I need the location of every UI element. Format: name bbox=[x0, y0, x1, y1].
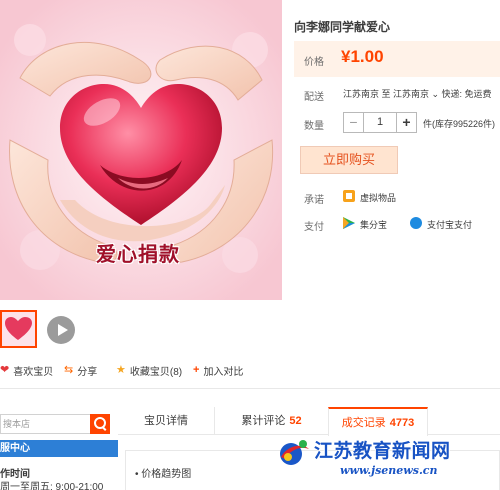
play-video-icon[interactable] bbox=[47, 316, 75, 344]
tab-label: 宝贝详情 bbox=[144, 415, 188, 427]
star-icon: ★ bbox=[116, 364, 126, 376]
watermark-site-name: 江苏教育新闻网 bbox=[314, 440, 451, 462]
favorite-button[interactable]: ★ 收藏宝贝(8) bbox=[116, 363, 183, 379]
payment-label: 支付 bbox=[304, 222, 324, 233]
review-count: 52 bbox=[289, 415, 302, 427]
buy-now-button[interactable]: 立即购买 bbox=[300, 146, 398, 174]
tab-label: 成交记录 bbox=[341, 417, 386, 429]
price-value: ¥1.00 bbox=[341, 47, 384, 66]
service-center-header: 服中心 bbox=[0, 440, 118, 457]
compare-label: 加入对比 bbox=[203, 367, 244, 378]
like-label: 喜欢宝贝 bbox=[13, 367, 54, 378]
search-icon[interactable] bbox=[90, 414, 110, 434]
quantity-input[interactable]: 1 bbox=[364, 113, 396, 132]
quantity-minus-button[interactable]: − bbox=[344, 113, 364, 132]
price-trend-label: • 价格趋势图 bbox=[135, 469, 192, 480]
thumbnail-image-1[interactable] bbox=[0, 310, 37, 348]
share-icon: ⇆ bbox=[64, 364, 74, 376]
jifenbao-icon bbox=[343, 217, 355, 229]
image-caption: 爱心捐款 bbox=[96, 242, 180, 266]
watermark-logo bbox=[280, 440, 309, 465]
stock-count: 件(库存995226件) bbox=[423, 119, 496, 129]
tab-item-details[interactable]: 宝贝详情 bbox=[118, 407, 214, 435]
price-box: 价格 ¥1.00 bbox=[294, 41, 500, 77]
watermark-url: www.jsenews.cn bbox=[340, 464, 438, 477]
tab-transactions[interactable]: 成交记录 4773 bbox=[328, 407, 428, 436]
work-hours: 周一至周五: 9:00-21:00 bbox=[0, 482, 104, 490]
share-label: 分享 bbox=[77, 367, 98, 378]
payment-option-alipay: 支付宝支付 bbox=[427, 220, 473, 230]
shipping-destination-select[interactable]: 江苏南京 至 江苏南京 ⌄ 快递: 免运费 bbox=[343, 87, 492, 100]
detail-tabs: 宝贝详情 累计评论 52 成交记录 4773 bbox=[118, 407, 500, 436]
heart-icon: ❤ bbox=[0, 364, 10, 376]
transaction-count: 4773 bbox=[389, 417, 415, 429]
product-title: 向李娜同学献爱心 bbox=[294, 20, 391, 34]
quantity-stepper: − 1 + bbox=[343, 112, 417, 133]
payment-option-jifenbao: 集分宝 bbox=[360, 220, 388, 230]
shop-search-input[interactable]: 搜本店 bbox=[0, 414, 90, 434]
price-trend-text: 价格趋势图 bbox=[141, 469, 192, 480]
promise-text: 虚拟物品 bbox=[360, 193, 397, 203]
compare-button[interactable]: + 加入对比 bbox=[193, 363, 244, 379]
quantity-plus-button[interactable]: + bbox=[396, 113, 416, 132]
favorite-label: 收藏宝贝(8) bbox=[129, 367, 183, 378]
section-divider bbox=[0, 388, 500, 389]
virtual-goods-icon bbox=[343, 190, 355, 202]
promise-label: 承诺 bbox=[304, 195, 324, 206]
plus-icon: + bbox=[193, 364, 200, 376]
share-button[interactable]: ⇆ 分享 bbox=[64, 363, 98, 379]
like-button[interactable]: ❤ 喜欢宝贝 bbox=[0, 363, 54, 379]
alipay-icon bbox=[410, 217, 422, 229]
tab-label: 累计评论 bbox=[241, 415, 286, 427]
shipping-label: 配送 bbox=[304, 92, 324, 103]
price-label: 价格 bbox=[304, 57, 324, 68]
product-main-image[interactable]: 爱心捐款 bbox=[0, 0, 282, 300]
tab-reviews[interactable]: 累计评论 52 bbox=[214, 407, 328, 435]
quantity-label: 数量 bbox=[304, 121, 324, 132]
thumbnail-heart bbox=[2, 312, 35, 346]
product-action-bar: ❤ 喜欢宝贝 ⇆ 分享 ★ 收藏宝贝(8) + 加入对比 bbox=[0, 363, 290, 379]
